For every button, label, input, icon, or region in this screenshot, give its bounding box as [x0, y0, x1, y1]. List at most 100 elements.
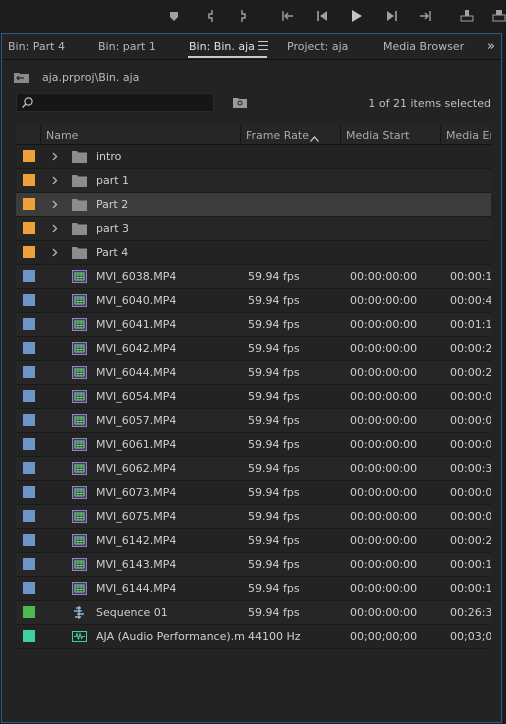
table-row[interactable]: MVI_6073.MP4 59.94 fps 00:00:00:00 00:00:08	[16, 481, 491, 505]
table-row[interactable]: Sequence 01 59.94 fps 00:00:00:00 00:26:38	[16, 601, 491, 625]
label-color-swatch[interactable]	[23, 510, 35, 522]
label-color-swatch[interactable]	[23, 294, 35, 306]
frame-rate-cell: 59.94 fps	[248, 462, 300, 475]
search-field[interactable]	[16, 93, 214, 112]
label-color-swatch[interactable]	[23, 438, 35, 450]
table-row[interactable]: MVI_6075.MP4 59.94 fps 00:00:00:00 00:00:07	[16, 505, 491, 529]
expand-chevron-icon[interactable]	[52, 223, 58, 233]
label-color-swatch[interactable]	[23, 630, 35, 642]
go-to-out-icon[interactable]	[418, 9, 432, 23]
table-row[interactable]: MVI_6143.MP4 59.94 fps 00:00:00:00 00:00:18	[16, 553, 491, 577]
expand-chevron-icon[interactable]	[52, 151, 58, 161]
table-row[interactable]: part 1	[16, 169, 491, 193]
label-color-swatch[interactable]	[23, 366, 35, 378]
column-header-media-start[interactable]: Media Start	[346, 129, 409, 142]
expand-chevron-icon[interactable]	[52, 199, 58, 209]
insert-icon[interactable]	[460, 9, 474, 23]
step-back-icon[interactable]	[315, 9, 329, 23]
media-start-cell: 00:00:00:00	[350, 606, 418, 619]
table-row[interactable]: MVI_6044.MP4 59.94 fps 00:00:00:00 00:00:20	[16, 361, 491, 385]
column-header-name[interactable]: Name	[46, 129, 78, 142]
expand-chevron-icon[interactable]	[52, 175, 58, 185]
table-row[interactable]: MVI_6061.MP4 59.94 fps 00:00:00:00 00:00:05	[16, 433, 491, 457]
label-color-swatch[interactable]	[23, 318, 35, 330]
table-row[interactable]: intro	[16, 145, 491, 169]
panel-menu-icon[interactable]	[258, 41, 268, 50]
label-color-swatch[interactable]	[23, 150, 35, 162]
table-row[interactable]: MVI_6062.MP4 59.94 fps 00:00:00:00 00:00:32	[16, 457, 491, 481]
item-name: Part 2	[96, 198, 129, 211]
tab-media-browser[interactable]: Media Browser	[383, 40, 464, 53]
mark-in-icon[interactable]	[204, 9, 218, 23]
new-search-bin-icon[interactable]	[233, 97, 247, 108]
expand-chevron-icon[interactable]	[52, 247, 58, 257]
frame-rate-cell: 59.94 fps	[248, 558, 300, 571]
label-color-swatch[interactable]	[23, 582, 35, 594]
label-color-swatch[interactable]	[23, 270, 35, 282]
media-end-cell: 00:00:07	[450, 414, 491, 427]
folder-icon	[72, 150, 87, 163]
selection-status: 1 of 21 items selected	[368, 97, 491, 110]
media-end-cell: 00:00:05	[450, 438, 491, 451]
table-row[interactable]: MVI_6041.MP4 59.94 fps 00:00:00:00 00:01:11	[16, 313, 491, 337]
sequence-icon	[72, 606, 87, 619]
table-header: Name Frame Rate Media Start Media En	[16, 126, 491, 145]
tab-overflow-icon[interactable]: »	[487, 39, 495, 54]
table-row[interactable]: MVI_6144.MP4 59.94 fps 00:00:00:00 00:00:13	[16, 577, 491, 601]
play-icon[interactable]	[349, 9, 363, 23]
add-marker-icon[interactable]	[167, 9, 181, 23]
table-row[interactable]: MVI_6057.MP4 59.94 fps 00:00:00:00 00:00:07	[16, 409, 491, 433]
table-row[interactable]: MVI_6042.MP4 59.94 fps 00:00:00:00 00:00:28	[16, 337, 491, 361]
table-row[interactable]: part 3	[16, 217, 491, 241]
tab-bin-aja[interactable]: Bin: Bin. aja	[189, 40, 255, 53]
item-name: MVI_6073.MP4	[96, 486, 177, 499]
column-header-frame-rate[interactable]: Frame Rate	[246, 129, 309, 142]
mark-out-icon[interactable]	[236, 9, 250, 23]
go-to-in-icon[interactable]	[281, 9, 295, 23]
frame-rate-cell: 59.94 fps	[248, 582, 300, 595]
breadcrumb: aja.prproj\Bin. aja	[14, 70, 494, 86]
label-color-swatch[interactable]	[23, 390, 35, 402]
tab-bin-part-4[interactable]: Bin: Part 4	[8, 40, 65, 53]
table-row[interactable]: MVI_6038.MP4 59.94 fps 00:00:00:00 00:00:10	[16, 265, 491, 289]
label-color-swatch[interactable]	[23, 414, 35, 426]
table-row[interactable]: Part 4	[16, 241, 491, 265]
item-name: MVI_6062.MP4	[96, 462, 177, 475]
item-name: AJA (Audio Performance).m	[96, 630, 245, 643]
label-color-swatch[interactable]	[23, 558, 35, 570]
label-color-swatch[interactable]	[23, 342, 35, 354]
label-color-swatch[interactable]	[23, 486, 35, 498]
media-start-cell: 00:00:00:00	[350, 294, 418, 307]
table-row[interactable]: Part 2	[16, 193, 491, 217]
label-color-swatch[interactable]	[23, 606, 35, 618]
label-color-swatch[interactable]	[23, 462, 35, 474]
bin-path: aja.prproj\Bin. aja	[42, 71, 140, 84]
media-end-cell: 00:01:11	[450, 318, 491, 331]
overwrite-icon[interactable]	[492, 9, 506, 23]
parent-bin-icon[interactable]	[14, 71, 29, 83]
table-row[interactable]: MVI_6054.MP4 59.94 fps 00:00:00:00 00:00:09	[16, 385, 491, 409]
label-color-swatch[interactable]	[23, 534, 35, 546]
media-end-cell: 00:00:20	[450, 366, 491, 379]
table-row[interactable]: MVI_6142.MP4 59.94 fps 00:00:00:00 00:00:26	[16, 529, 491, 553]
media-start-cell: 00;00;00;00	[350, 630, 418, 643]
project-panel: Bin: Part 4 Bin: part 1 Bin: Bin. aja Pr…	[1, 33, 502, 723]
video-clip-icon	[72, 462, 87, 475]
label-color-swatch[interactable]	[23, 174, 35, 186]
column-header-media-end[interactable]: Media En	[446, 129, 491, 142]
media-end-cell: 00:00:13	[450, 582, 491, 595]
media-end-cell: 00:00:28	[450, 342, 491, 355]
table-row[interactable]: AJA (Audio Performance).m 44100 Hz 00;00;0…	[16, 625, 491, 649]
table-row[interactable]: MVI_6040.MP4 59.94 fps 00:00:00:00 00:00:43	[16, 289, 491, 313]
item-name: MVI_6057.MP4	[96, 414, 177, 427]
frame-rate-cell: 59.94 fps	[248, 342, 300, 355]
tab-project-aja[interactable]: Project: aja	[287, 40, 348, 53]
label-color-swatch[interactable]	[23, 222, 35, 234]
step-forward-icon[interactable]	[385, 9, 399, 23]
video-clip-icon	[72, 558, 87, 571]
video-clip-icon	[72, 438, 87, 451]
label-color-swatch[interactable]	[23, 246, 35, 258]
frame-rate-cell: 59.94 fps	[248, 294, 300, 307]
label-color-swatch[interactable]	[23, 198, 35, 210]
tab-bin-part-1[interactable]: Bin: part 1	[98, 40, 156, 53]
